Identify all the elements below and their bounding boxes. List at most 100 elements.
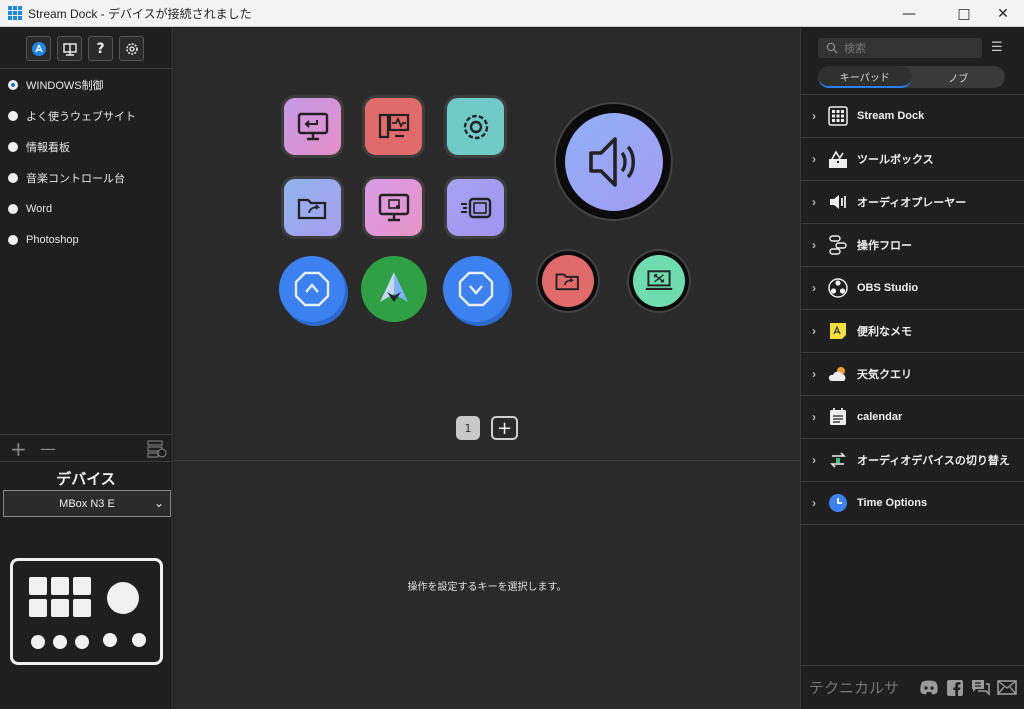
key-5[interactable]: [362, 176, 425, 239]
profile-label: よく使うウェブサイト: [26, 110, 136, 123]
key-layout-area: 1 +: [174, 28, 800, 461]
knob-right-face: [633, 255, 685, 307]
category-toolbox[interactable]: › ツールボックス: [801, 137, 1024, 180]
minimize-button[interactable]: —: [886, 0, 932, 27]
category-stream-dock[interactable]: › Stream Dock: [801, 94, 1024, 137]
weather-icon: [827, 363, 849, 385]
key-9[interactable]: [443, 256, 509, 322]
key-3[interactable]: [444, 95, 507, 158]
tab-knob[interactable]: ノブ: [912, 66, 1006, 88]
help-button[interactable]: ?: [88, 36, 113, 61]
key-2[interactable]: [362, 95, 425, 158]
empty-state-hint: 操作を設定するキーを選択します。: [407, 582, 567, 593]
profile-controls: + —: [0, 434, 172, 462]
audio-switch-icon: [827, 449, 849, 471]
window-switch-icon: [460, 197, 491, 218]
title-bar: Stream Dock - デバイスが接続されました: [0, 0, 1024, 27]
category-label: 操作フロー: [857, 240, 912, 252]
category-calendar[interactable]: › calendar: [801, 395, 1024, 438]
profile-list: WINDOWS制御 よく使うウェブサイト 情報看板 音楽コントロール台 Word…: [0, 68, 172, 255]
audio-player-icon: [827, 191, 849, 213]
display-back-icon: [297, 112, 328, 140]
profile-item[interactable]: よく使うウェブサイト: [0, 100, 172, 131]
remove-profile-button[interactable]: —: [40, 439, 56, 458]
left-panel: ? WINDOWS制御 よく使うウェブサイト 情報看板 音楽コントロール台 Wo…: [0, 28, 173, 709]
category-label: オーディオプレーヤー: [857, 197, 967, 209]
profile-item[interactable]: Photoshop: [0, 224, 172, 255]
category-audio-player[interactable]: › オーディオプレーヤー: [801, 180, 1024, 223]
add-profile-button[interactable]: +: [10, 437, 27, 461]
knob-left[interactable]: [536, 249, 600, 313]
add-page-button[interactable]: +: [491, 416, 518, 440]
screen-capture-icon: [378, 193, 409, 221]
radio-selected[interactable]: [8, 79, 18, 90]
category-memo[interactable]: › 便利なメモ: [801, 309, 1024, 352]
profile-label: WINDOWS制御: [26, 79, 104, 92]
chevron-right-icon: ›: [812, 367, 816, 381]
key-6[interactable]: [444, 176, 507, 239]
profile-label: Photoshop: [26, 233, 79, 246]
discord-icon[interactable]: [919, 679, 939, 697]
list-view-icon[interactable]: ☰: [991, 40, 1003, 55]
profile-item[interactable]: Word: [0, 193, 172, 224]
chevron-right-icon: ›: [812, 324, 816, 338]
chevron-right-icon: ›: [812, 109, 816, 123]
chevron-down-icon: ⌄: [153, 496, 164, 510]
key-7[interactable]: [279, 256, 345, 322]
tray-icon: [62, 42, 77, 56]
calendar-icon: [827, 406, 849, 428]
device-section: デバイス: [0, 461, 172, 489]
page-up-icon: [294, 271, 330, 307]
tab-bar: キーパッド ノブ: [818, 66, 1005, 88]
category-list-end: [801, 524, 1024, 525]
grid-icon: [827, 105, 849, 127]
clock-icon: [827, 492, 849, 514]
profile-manage-icon[interactable]: [147, 440, 167, 458]
chat-icon[interactable]: [971, 679, 991, 697]
radio[interactable]: [8, 172, 18, 183]
category-obs-studio[interactable]: › OBS Studio: [801, 266, 1024, 309]
category-weather[interactable]: › 天気クエリ: [801, 352, 1024, 395]
chevron-right-icon: ›: [812, 453, 816, 467]
radio[interactable]: [8, 110, 18, 121]
settings-button[interactable]: [119, 36, 144, 61]
chevron-right-icon: ›: [812, 152, 816, 166]
tab-keypad[interactable]: キーパッド: [818, 66, 912, 88]
app-store-button[interactable]: [26, 36, 51, 61]
knob-right[interactable]: [627, 249, 691, 313]
key-8[interactable]: [361, 256, 427, 322]
profile-item[interactable]: WINDOWS制御: [0, 69, 172, 100]
window-title: Stream Dock - デバイスが接続されました: [28, 6, 252, 21]
tray-button[interactable]: [57, 36, 82, 61]
category-flow[interactable]: › 操作フロー: [801, 223, 1024, 266]
facebook-icon[interactable]: [945, 679, 965, 697]
app-store-icon: [31, 41, 46, 56]
profile-label: Word: [26, 202, 53, 215]
category-time-options[interactable]: › Time Options: [801, 481, 1024, 524]
close-button[interactable]: ✕: [980, 0, 1024, 27]
settings-gear-icon: [463, 114, 488, 139]
profile-item[interactable]: 情報看板: [0, 131, 172, 162]
radio[interactable]: [8, 234, 18, 245]
category-label: OBS Studio: [857, 282, 919, 294]
key-4[interactable]: [281, 176, 344, 239]
key-canvas: 1 + 操作を設定するキーを選択します。: [174, 28, 800, 709]
search-input[interactable]: 検索: [818, 38, 982, 58]
folder-open-icon: [555, 273, 579, 291]
social-links: [919, 679, 1017, 697]
chevron-right-icon: ›: [812, 410, 816, 424]
app-logo-icon: [8, 6, 22, 20]
category-label: Time Options: [857, 497, 928, 509]
page-1-button[interactable]: 1: [456, 416, 480, 440]
knob-main[interactable]: [554, 102, 673, 221]
folder-open-icon: [297, 198, 326, 219]
mail-icon[interactable]: [997, 679, 1017, 697]
key-1[interactable]: [281, 95, 344, 158]
device-select[interactable]: MBox N3 E ⌄: [3, 490, 171, 517]
profile-item[interactable]: 音楽コントロール台: [0, 162, 172, 193]
category-audio-switch[interactable]: › オーディオデバイスの切り替え: [801, 438, 1024, 481]
brand-text: テクニカルサ: [809, 680, 900, 697]
radio[interactable]: [8, 203, 18, 214]
device-select-value: MBox N3 E: [59, 497, 115, 510]
radio[interactable]: [8, 141, 18, 152]
